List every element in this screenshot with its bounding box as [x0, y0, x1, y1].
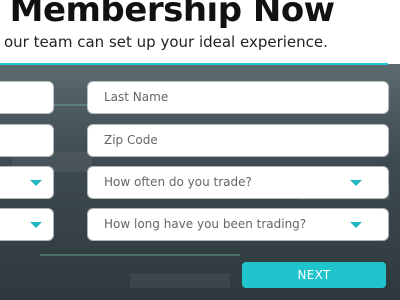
- zip-code-placeholder: Zip Code: [104, 133, 158, 147]
- header-area: r Membership Now o our team can set up y…: [0, 0, 400, 64]
- email-field[interactable]: [0, 125, 53, 156]
- left-select-1[interactable]: [0, 167, 53, 198]
- divider: [0, 63, 388, 65]
- zip-code-field[interactable]: Zip Code: [88, 125, 388, 156]
- trading-duration-label: How long have you been trading?: [104, 217, 307, 231]
- trade-frequency-label: How often do you trade?: [104, 175, 252, 189]
- next-button[interactable]: NEXT: [242, 262, 386, 288]
- page-title: r Membership Now: [0, 0, 335, 30]
- page-subtitle: o our team can set up your ideal experie…: [0, 33, 328, 51]
- left-select-2[interactable]: [0, 209, 53, 240]
- trade-frequency-select[interactable]: How often do you trade?: [88, 167, 388, 198]
- last-name-placeholder: Last Name: [104, 90, 169, 104]
- chevron-down-icon: [350, 222, 362, 228]
- trading-duration-select[interactable]: How long have you been trading?: [88, 209, 388, 240]
- last-name-field[interactable]: Last Name: [88, 82, 388, 113]
- chevron-down-icon: [350, 180, 362, 186]
- chevron-down-icon: [30, 222, 42, 228]
- chevron-down-icon: [30, 180, 42, 186]
- first-name-field[interactable]: [0, 82, 53, 113]
